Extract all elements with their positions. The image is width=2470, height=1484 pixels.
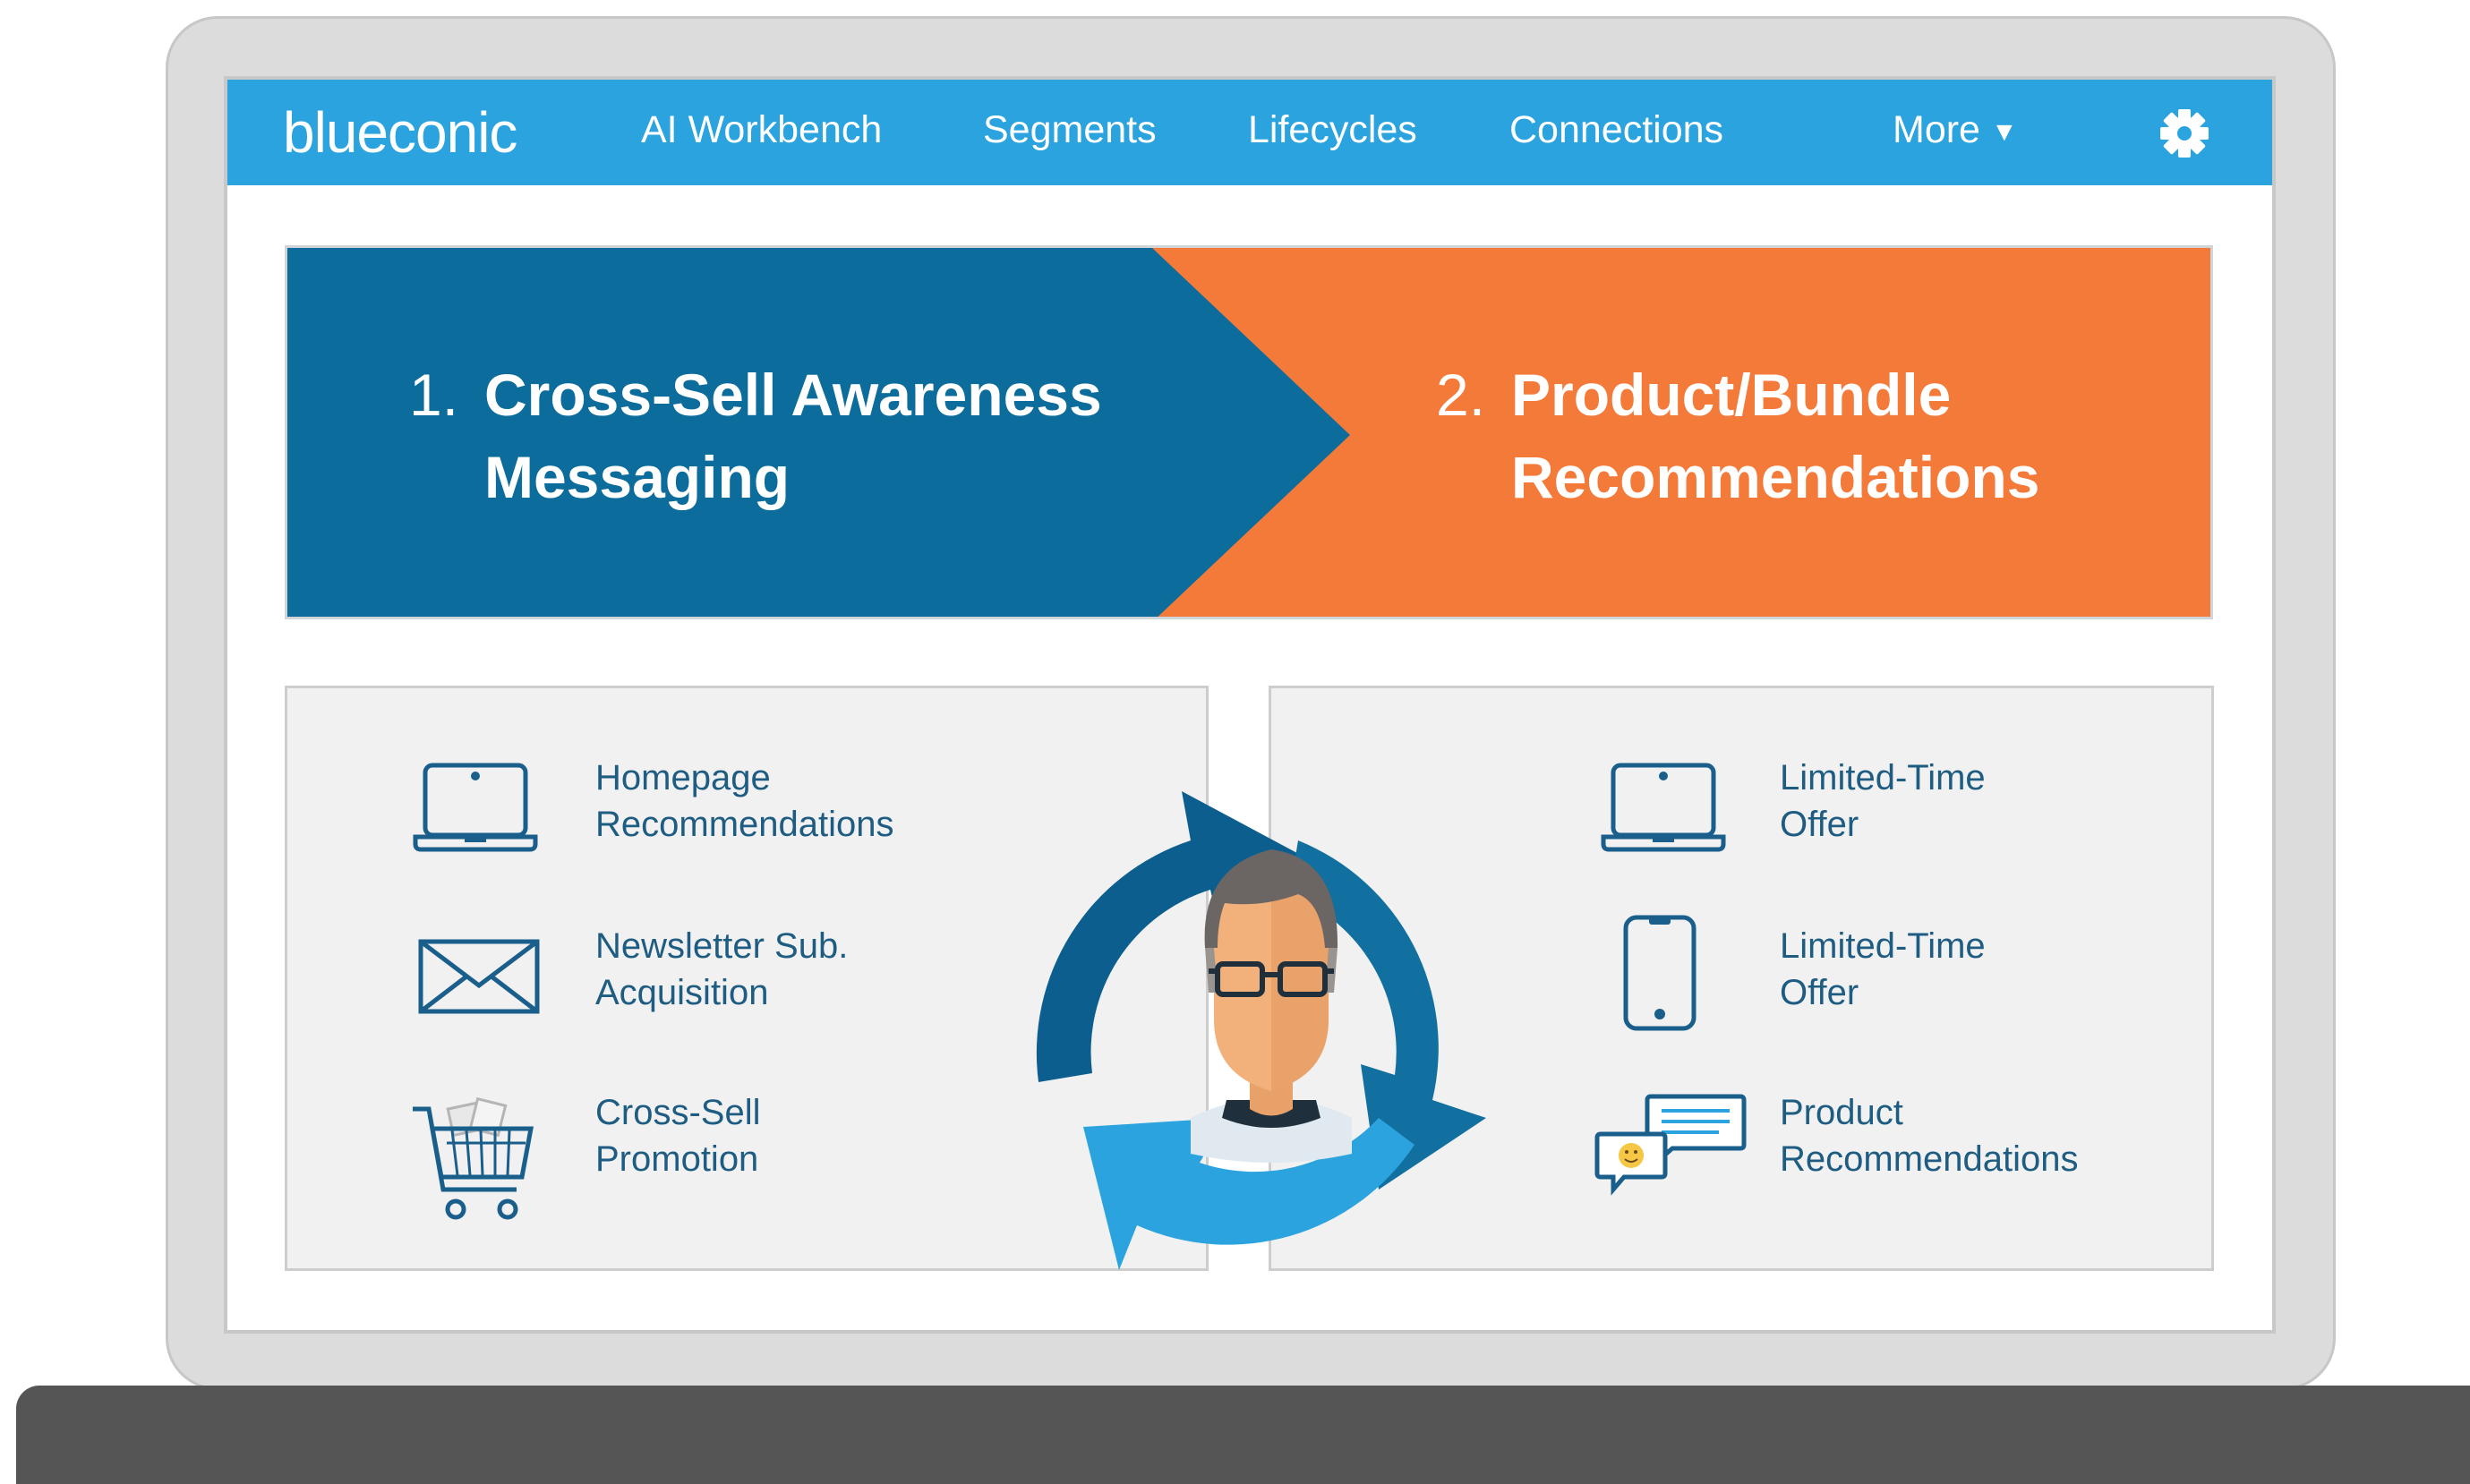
- nav-segments[interactable]: Segments: [983, 108, 1157, 152]
- nav-connections[interactable]: Connections: [1509, 108, 1723, 152]
- chat-bubbles-icon: [1594, 1094, 1747, 1196]
- customer-lifecycle-graphic: [1036, 791, 1486, 1270]
- chevron-down-icon: ▼: [1990, 117, 2018, 147]
- smartphone-icon: [1623, 915, 1697, 1031]
- list-item-limited-time-offer-web: Limited-Time Offer: [1780, 758, 1986, 844]
- nav-ai-workbench[interactable]: AI Workbench: [641, 108, 882, 152]
- laptop-icon: [1601, 763, 1726, 852]
- nav-more-menu[interactable]: More ▼: [1893, 108, 2018, 152]
- list-item-product-recommendations: Product Recommendations: [1780, 1093, 2079, 1179]
- customer-avatar: [1191, 849, 1352, 1163]
- journey-banner: 1. Cross-Sell Awareness Messaging 2. Pro…: [285, 245, 2213, 619]
- nav-lifecycles[interactable]: Lifecycles: [1248, 108, 1417, 152]
- step1-title: 1. Cross-Sell Awareness Messaging: [409, 362, 1102, 510]
- top-navbar: blueconic AI Workbench Segments Lifecycl…: [227, 80, 2272, 185]
- shopping-cart-icon: [413, 1096, 534, 1220]
- envelope-icon: [418, 939, 540, 1014]
- list-item-homepage-recommendations: Homepage Recommendations: [595, 758, 894, 844]
- gear-icon[interactable]: [2156, 105, 2213, 162]
- laptop-base: [16, 1386, 2470, 1484]
- list-item-limited-time-offer-mobile: Limited-Time Offer: [1780, 926, 1986, 1012]
- list-item-newsletter-acquisition: Newsletter Sub. Acquisition: [595, 926, 849, 1012]
- list-item-cross-sell-promotion: Cross-Sell Promotion: [595, 1093, 761, 1179]
- brand-logo[interactable]: blueconic: [283, 99, 517, 166]
- nav-more-label: More: [1893, 108, 1980, 151]
- step2-title: 2. Product/Bundle Recommendations: [1436, 362, 2040, 510]
- laptop-icon: [413, 763, 538, 852]
- app-screen: blueconic AI Workbench Segments Lifecycl…: [224, 76, 2276, 1334]
